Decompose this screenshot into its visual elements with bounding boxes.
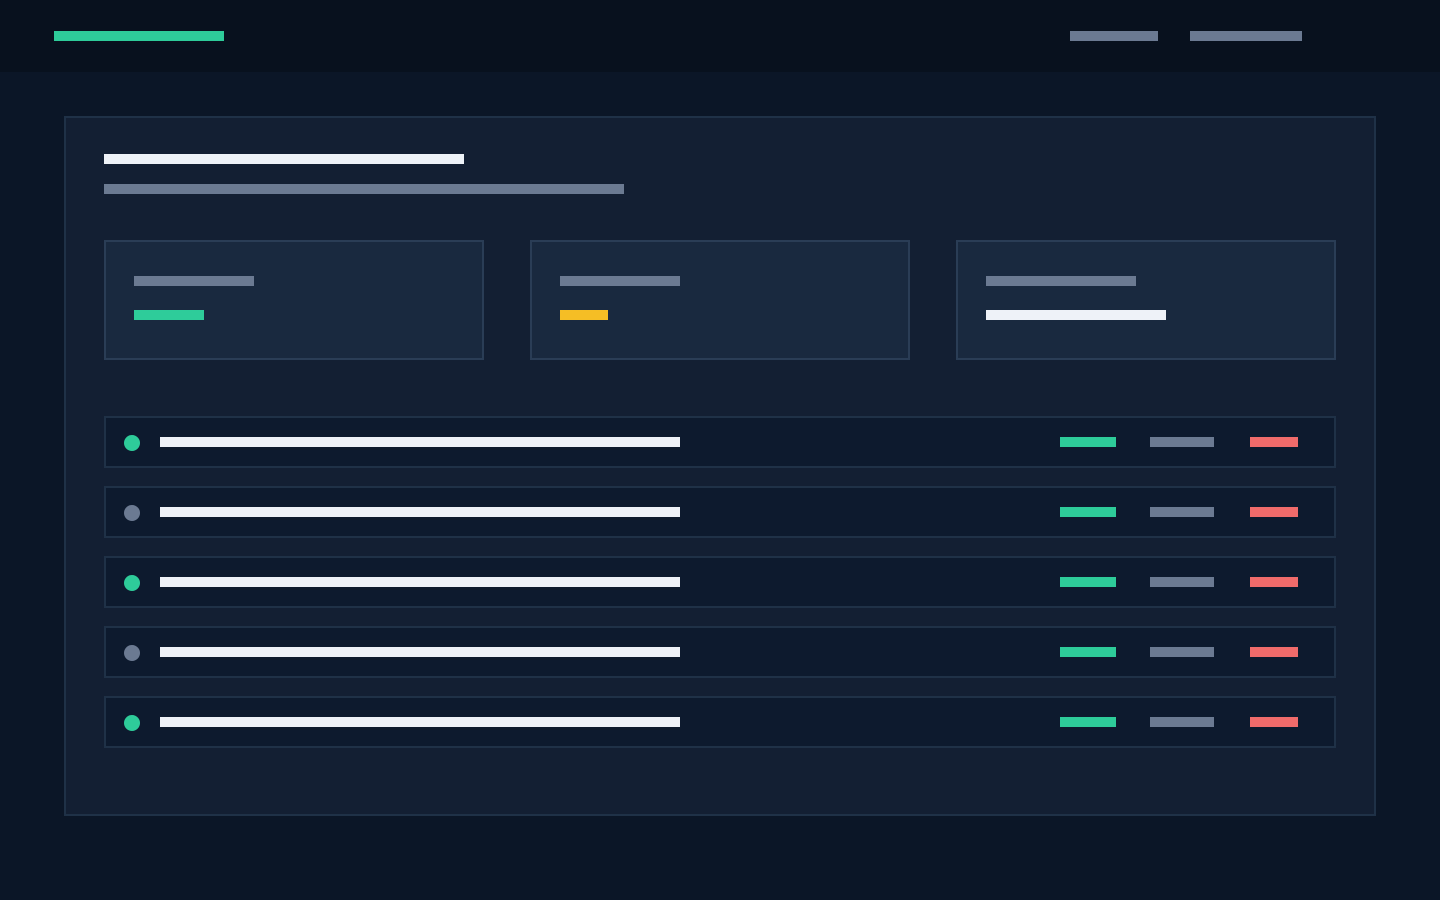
meta-badge <box>1150 577 1214 587</box>
stat-card-value <box>134 310 204 320</box>
stat-card-label <box>560 276 680 286</box>
top-bar <box>0 0 1440 72</box>
meta-badge <box>1150 437 1214 447</box>
app-logo[interactable] <box>54 31 224 41</box>
stat-card-3 <box>956 240 1336 360</box>
list-item-title <box>160 577 680 587</box>
delete-action[interactable] <box>1250 717 1298 727</box>
status-dot-icon <box>124 435 140 451</box>
status-dot-icon <box>124 645 140 661</box>
meta-badge <box>1150 507 1214 517</box>
list-item-title <box>160 717 680 727</box>
status-badge <box>1060 647 1116 657</box>
delete-action[interactable] <box>1250 647 1298 657</box>
status-dot-icon <box>124 505 140 521</box>
page-title <box>104 154 464 164</box>
delete-action[interactable] <box>1250 507 1298 517</box>
list-item[interactable] <box>104 416 1336 468</box>
stat-card-2 <box>530 240 910 360</box>
main-panel <box>64 116 1376 816</box>
list-item[interactable] <box>104 696 1336 748</box>
list-item[interactable] <box>104 556 1336 608</box>
status-badge <box>1060 577 1116 587</box>
delete-action[interactable] <box>1250 577 1298 587</box>
list-item-title <box>160 507 680 517</box>
status-dot-icon <box>124 715 140 731</box>
stat-card-label <box>986 276 1136 286</box>
status-badge <box>1060 437 1116 447</box>
stat-card-value <box>986 310 1166 320</box>
page-subtitle <box>104 184 624 194</box>
meta-badge <box>1150 717 1214 727</box>
nav-link-1[interactable] <box>1070 31 1158 41</box>
stat-card-1 <box>104 240 484 360</box>
delete-action[interactable] <box>1250 437 1298 447</box>
list-item[interactable] <box>104 626 1336 678</box>
list-item-title <box>160 647 680 657</box>
status-badge <box>1060 507 1116 517</box>
status-badge <box>1060 717 1116 727</box>
nav-link-2[interactable] <box>1190 31 1302 41</box>
list-item-title <box>160 437 680 447</box>
status-dot-icon <box>124 575 140 591</box>
meta-badge <box>1150 647 1214 657</box>
stat-card-value <box>560 310 608 320</box>
list-item[interactable] <box>104 486 1336 538</box>
stat-card-label <box>134 276 254 286</box>
